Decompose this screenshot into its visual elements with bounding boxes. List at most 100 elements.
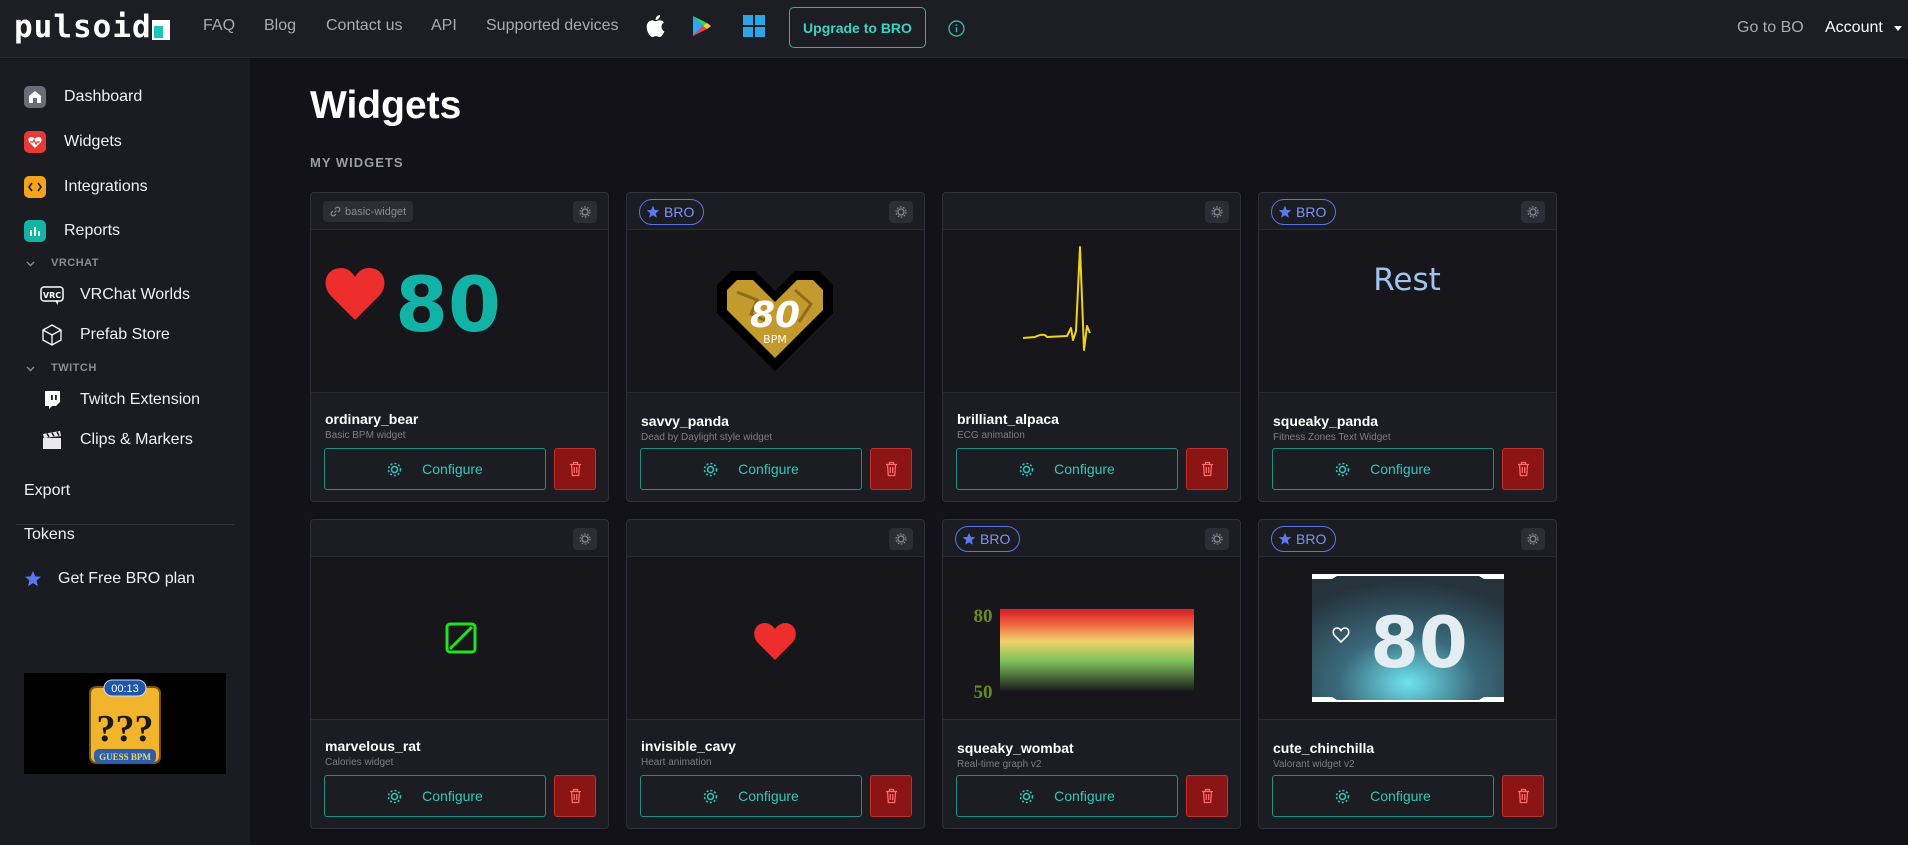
gear-icon <box>579 206 591 218</box>
guess-bpm-art: 00:13 ??? GUESS BPM <box>89 679 161 764</box>
widget-preview[interactable] <box>627 557 924 720</box>
card-header: BRO <box>1259 193 1556 230</box>
star-icon <box>962 532 976 545</box>
sidebar-item-integrations[interactable]: Integrations <box>24 176 148 198</box>
configure-button[interactable]: Configure <box>640 775 862 817</box>
delete-button[interactable] <box>1186 775 1228 817</box>
link-icon <box>330 206 341 217</box>
bro-badge: BRO <box>1271 526 1337 552</box>
delete-button[interactable] <box>870 448 912 490</box>
heart-pulse-icon <box>24 131 46 153</box>
delete-button[interactable] <box>554 448 596 490</box>
star-icon <box>646 205 660 218</box>
ecg-line-icon <box>1022 246 1091 351</box>
configure-button[interactable]: Configure <box>1272 448 1494 490</box>
configure-button[interactable]: Configure <box>640 448 862 490</box>
configure-label: Configure <box>1054 461 1115 477</box>
widget-preview[interactable]: 80 BPM <box>627 230 924 393</box>
delete-button[interactable] <box>1186 448 1228 490</box>
card-header: BRO <box>1259 520 1556 557</box>
section-title-my-widgets: MY WIDGETS <box>310 155 404 170</box>
gear-icon <box>579 533 591 545</box>
widget-settings-button[interactable] <box>1205 201 1229 223</box>
caret-down-icon[interactable] <box>1894 26 1902 31</box>
go-to-bo-link[interactable]: Go to BO <box>1737 19 1804 37</box>
bpm-unit: BPM <box>763 333 787 346</box>
delete-button[interactable] <box>870 775 912 817</box>
sidebar-section-twitch[interactable]: TWITCH <box>26 362 97 374</box>
gear-icon <box>703 462 718 476</box>
widget-description: Calories widget <box>325 757 394 768</box>
trash-icon <box>569 461 581 477</box>
delete-button[interactable] <box>1502 775 1544 817</box>
promo-caption: GUESS BPM <box>99 752 151 762</box>
nav-api[interactable]: API <box>431 17 457 35</box>
configure-button[interactable]: Configure <box>956 775 1178 817</box>
configure-button[interactable]: Configure <box>324 448 546 490</box>
sidebar-item-label: Twitch Extension <box>80 391 201 408</box>
sidebar-item-tokens[interactable]: Tokens <box>24 526 75 544</box>
sidebar-section-vrchat[interactable]: VRCHAT <box>26 257 99 269</box>
widget-settings-button[interactable] <box>573 528 597 550</box>
configure-label: Configure <box>1370 788 1431 804</box>
widget-description: Basic BPM widget <box>325 430 406 441</box>
sidebar-item-dashboard[interactable]: Dashboard <box>24 86 142 108</box>
widget-settings-button[interactable] <box>889 528 913 550</box>
zones-text-preview: Rest <box>1373 262 1441 298</box>
widget-name: squeaky_panda <box>1273 413 1379 429</box>
widget-settings-button[interactable] <box>1205 528 1229 550</box>
nav-faq[interactable]: FAQ <box>203 17 235 35</box>
sidebar-item-clips-markers[interactable]: Clips & Markers <box>40 428 193 452</box>
configure-button[interactable]: Configure <box>1272 775 1494 817</box>
sidebar-item-get-free-bro[interactable]: Get Free BRO plan <box>24 570 195 588</box>
sidebar-item-label: Reports <box>64 222 121 239</box>
bar-chart-icon <box>24 220 46 242</box>
bpm-value: 80 <box>750 295 800 336</box>
home-icon <box>24 86 46 108</box>
ecg-preview <box>1022 246 1091 351</box>
windows-icon[interactable] <box>743 15 765 37</box>
widget-settings-button[interactable] <box>573 201 597 223</box>
sidebar-item-vrchat-worlds[interactable]: VRC VRChat Worlds <box>40 283 190 307</box>
nav-contact-us[interactable]: Contact us <box>326 17 402 35</box>
card-header <box>943 193 1240 230</box>
sidebar-item-prefab-store[interactable]: Prefab Store <box>40 323 170 347</box>
sidebar-item-export[interactable]: Export <box>24 482 70 500</box>
sidebar-item-label: Get Free BRO plan <box>58 570 195 587</box>
card-header: BRO <box>943 520 1240 557</box>
info-icon[interactable] <box>948 20 965 37</box>
sidebar-item-label: Clips & Markers <box>80 431 193 448</box>
nav-supported-devices[interactable]: Supported devices <box>486 17 619 35</box>
sidebar-item-twitch-extension[interactable]: Twitch Extension <box>40 388 200 412</box>
pulsoid-logo[interactable]: pulsoid <box>14 9 152 45</box>
account-menu[interactable]: Account <box>1825 19 1883 37</box>
widget-name: squeaky_wombat <box>957 740 1074 756</box>
widget-settings-button[interactable] <box>889 201 913 223</box>
basic-widget-badge[interactable]: basic-widget <box>323 201 414 222</box>
nav-blog[interactable]: Blog <box>264 17 296 35</box>
trash-icon <box>569 788 581 804</box>
badge-label: BRO <box>1296 204 1327 220</box>
sidebar-item-widgets[interactable]: Widgets <box>24 131 122 153</box>
valorant-preview: 80 <box>1312 574 1504 702</box>
configure-button[interactable]: Configure <box>956 448 1178 490</box>
widget-settings-button[interactable] <box>1521 528 1545 550</box>
sidebar-item-reports[interactable]: Reports <box>24 220 120 242</box>
configure-label: Configure <box>1054 788 1115 804</box>
widget-preview[interactable] <box>311 557 608 720</box>
widget-preview[interactable] <box>943 230 1240 393</box>
guess-bpm-promo-banner[interactable]: 00:13 ??? GUESS BPM <box>24 673 226 774</box>
code-icon <box>24 176 46 198</box>
widget-preview[interactable]: Rest <box>1259 230 1556 393</box>
widget-preview[interactable]: 80 50 <box>943 557 1240 720</box>
star-icon <box>1278 532 1292 545</box>
widget-preview[interactable]: 80 <box>311 230 608 393</box>
google-play-icon[interactable] <box>692 15 712 37</box>
upgrade-to-bro-button[interactable]: Upgrade to BRO <box>789 7 926 48</box>
widget-preview[interactable]: 80 <box>1259 557 1556 720</box>
configure-button[interactable]: Configure <box>324 775 546 817</box>
apple-icon[interactable] <box>645 14 665 38</box>
delete-button[interactable] <box>1502 448 1544 490</box>
widget-settings-button[interactable] <box>1521 201 1545 223</box>
delete-button[interactable] <box>554 775 596 817</box>
